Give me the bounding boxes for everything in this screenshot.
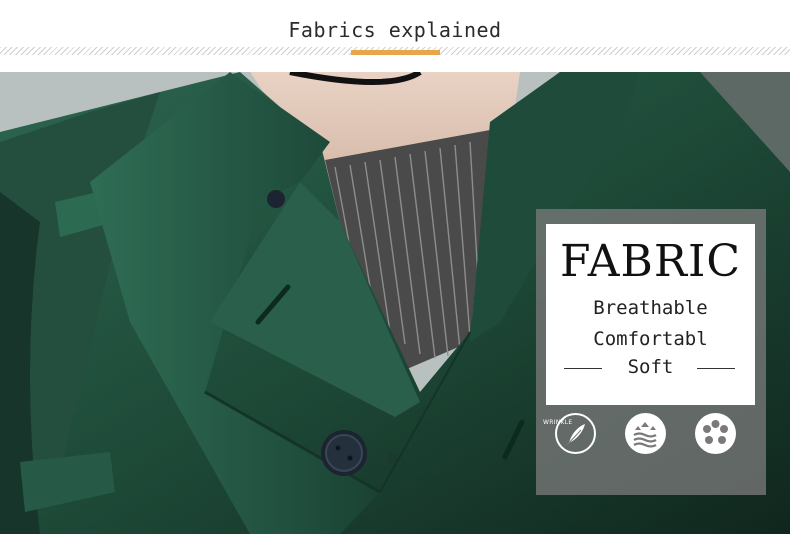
bottom-strip xyxy=(0,534,790,541)
airflow-icon xyxy=(625,413,666,454)
feature-breathable: Breathable xyxy=(593,297,708,319)
divider-right xyxy=(697,368,735,369)
header: Fabrics explained xyxy=(0,0,790,72)
divider-left xyxy=(564,368,602,369)
feature-comfortable: Comfortabl xyxy=(593,328,708,350)
section-title: Fabrics explained xyxy=(0,18,790,42)
fabric-card-panel: FABRIC Breathable Comfortabl Soft xyxy=(546,224,755,405)
title-underline xyxy=(351,50,440,55)
flower-icon xyxy=(695,413,736,454)
feather-icon xyxy=(555,413,596,454)
feature-soft: Soft xyxy=(627,356,674,378)
fabric-heading: FABRIC xyxy=(560,236,741,287)
